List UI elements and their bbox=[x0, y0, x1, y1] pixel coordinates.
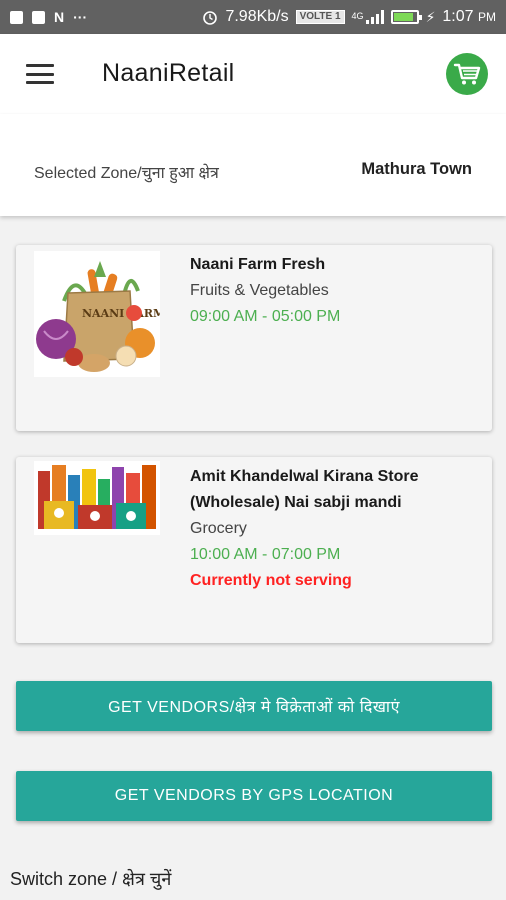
get-vendors-gps-button[interactable]: GET VENDORS BY GPS LOCATION bbox=[16, 771, 492, 821]
app-title: NaaniRetail bbox=[102, 59, 235, 87]
svg-text:NAANI FARM FRESH: NAANI FARM FRESH bbox=[82, 307, 160, 320]
more-notifications-icon: ··· bbox=[73, 9, 88, 25]
sms-icon bbox=[10, 10, 23, 24]
n-app-icon: N bbox=[54, 9, 65, 25]
charging-icon: ⚡ bbox=[425, 8, 436, 25]
get-vendors-button[interactable]: GET VENDORS/क्षेत्र मे विक्रेताओं को दिख… bbox=[16, 681, 492, 731]
vendor-category: Fruits & Vegetables bbox=[190, 282, 329, 299]
vendor-hours: 10:00 AM - 07:00 PM bbox=[190, 546, 341, 563]
vendor-card-amit-khandelwal-kirana[interactable]: Amit Khandelwal Kirana Store (Wholesale)… bbox=[16, 457, 492, 643]
notification-icons: N ··· bbox=[10, 9, 87, 25]
vendor-card-naani-farm-fresh[interactable]: NAANI FARM FRESH Naani Farm Fresh Fruits… bbox=[16, 245, 492, 431]
vendor-hours: 09:00 AM - 05:00 PM bbox=[190, 308, 341, 325]
selected-zone-label: Selected Zone/चुना हुआ क्षेत्र bbox=[34, 165, 219, 182]
switch-zone-link[interactable]: Switch zone / क्षेत्र चुनें bbox=[10, 867, 171, 891]
clock: 1:07 PM bbox=[442, 8, 496, 25]
network-speed: 7.98Kb/s bbox=[225, 8, 289, 25]
vendor-info: Naani Farm Fresh Fruits & Vegetables 09:… bbox=[190, 252, 476, 330]
battery-icon bbox=[390, 10, 422, 24]
status-bar: N ··· 7.98Kb/s VOLTE 1 4G ⚡ 1:07 PM bbox=[0, 0, 506, 34]
signal-icon bbox=[365, 10, 384, 24]
selected-zone-card: Selected Zone/चुना हुआ क्षेत्र Mathura T… bbox=[0, 114, 506, 216]
shopping-cart-icon bbox=[453, 63, 481, 85]
vendor-name: Amit Khandelwal Kirana Store (Wholesale)… bbox=[190, 468, 419, 511]
grocery-products-icon bbox=[34, 461, 160, 535]
hamburger-menu-icon[interactable] bbox=[26, 64, 54, 84]
app-bar: NaaniRetail bbox=[0, 34, 506, 114]
vegetable-bag-icon: NAANI FARM FRESH bbox=[34, 251, 160, 377]
selected-zone-value: Mathura Town bbox=[361, 160, 472, 178]
volte-badge: VOLTE 1 bbox=[295, 10, 345, 24]
vendor-info: Amit Khandelwal Kirana Store (Wholesale)… bbox=[190, 464, 476, 594]
vendor-category: Grocery bbox=[190, 520, 247, 537]
vendor-status: Currently not serving bbox=[190, 572, 352, 589]
alarm-icon bbox=[203, 11, 218, 25]
network-type: 4G bbox=[351, 11, 364, 21]
vendor-name: Naani Farm Fresh bbox=[190, 256, 326, 273]
cart-button[interactable] bbox=[446, 53, 488, 95]
gallery-icon bbox=[32, 10, 45, 24]
